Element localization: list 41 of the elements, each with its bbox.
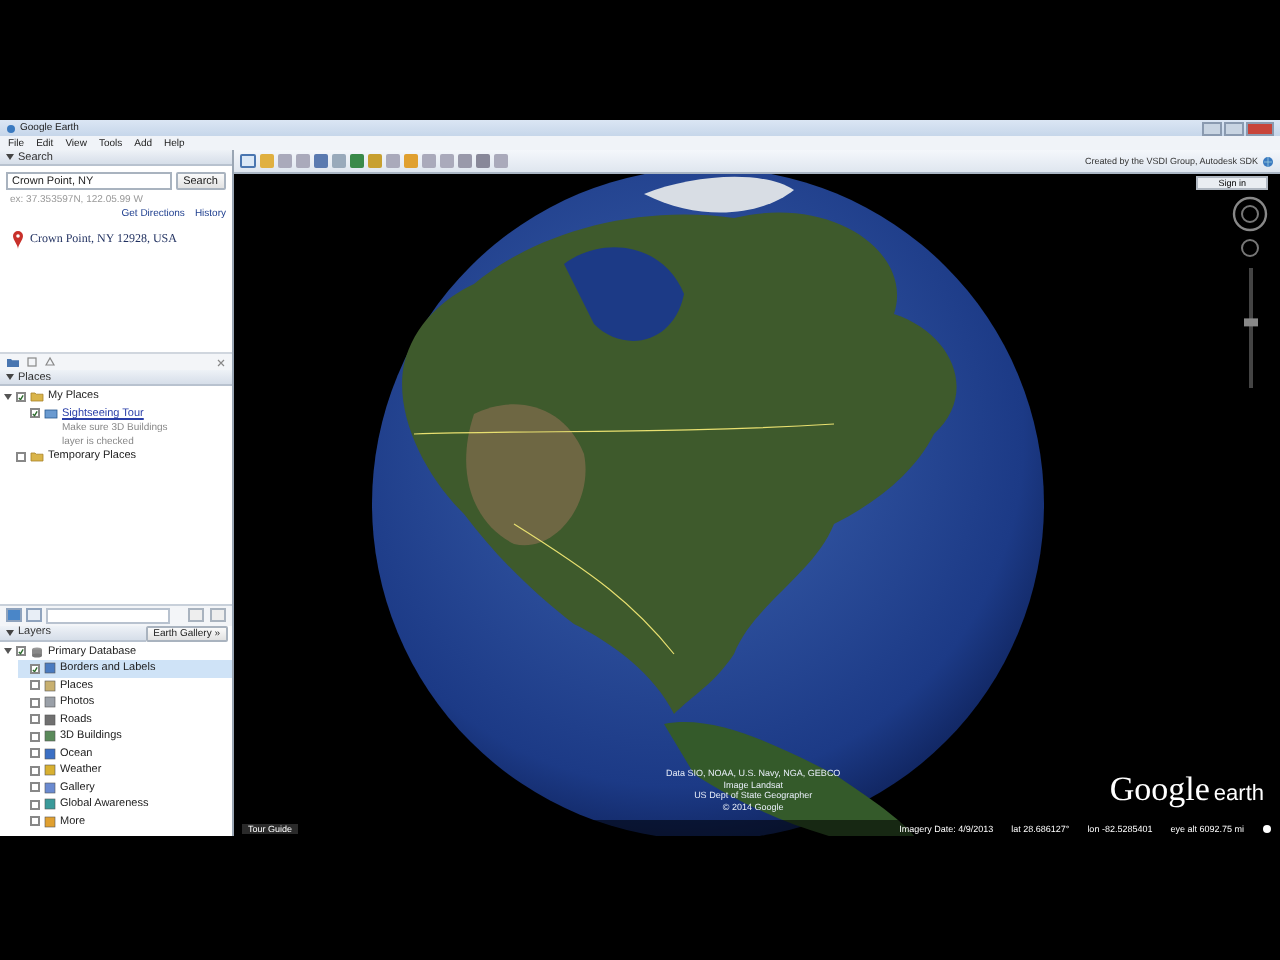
logo-text: Google — [1109, 770, 1210, 810]
checkbox[interactable] — [16, 391, 26, 402]
folder-icon — [30, 390, 44, 403]
checkbox[interactable] — [30, 765, 40, 776]
slider-thumb[interactable] — [1243, 318, 1257, 327]
collapse-arrow-icon[interactable] — [6, 374, 14, 380]
tour-icon — [44, 407, 58, 420]
checkbox[interactable] — [30, 408, 40, 419]
filter-field[interactable] — [46, 607, 170, 623]
checkbox[interactable] — [30, 782, 40, 793]
list-tab[interactable] — [26, 608, 42, 622]
globe-icon — [1262, 155, 1274, 167]
minimize-button[interactable] — [1202, 121, 1222, 135]
collapse-arrow-icon[interactable] — [6, 629, 14, 635]
close-button[interactable] — [1246, 121, 1274, 135]
checkbox[interactable] — [16, 451, 26, 462]
zoom-slider[interactable] — [1241, 264, 1259, 392]
streaming-icon — [1262, 823, 1272, 833]
logo-text: earth — [1213, 782, 1264, 806]
app-icon — [6, 123, 16, 133]
checkbox[interactable] — [30, 799, 40, 810]
map-pin-icon — [12, 230, 24, 250]
close-icon[interactable] — [216, 357, 226, 367]
checkbox[interactable] — [30, 816, 40, 827]
folder-icon — [30, 450, 44, 463]
checkbox[interactable] — [30, 680, 40, 691]
checkbox[interactable] — [30, 714, 40, 725]
maximize-button[interactable] — [1224, 121, 1244, 135]
database-icon — [30, 645, 44, 658]
checkbox[interactable] — [16, 646, 26, 657]
triangle-icon[interactable] — [44, 356, 56, 368]
checkbox[interactable] — [30, 663, 40, 674]
square-icon[interactable] — [26, 356, 38, 368]
navigation-compass-icon[interactable] — [1232, 196, 1268, 232]
look-control-icon[interactable] — [1240, 238, 1260, 258]
collapse-arrow-icon[interactable] — [6, 154, 14, 160]
checkbox[interactable] — [30, 748, 40, 759]
checkbox[interactable] — [30, 697, 40, 708]
forward-button[interactable] — [210, 608, 226, 622]
back-button[interactable] — [188, 608, 204, 622]
checkbox[interactable] — [30, 731, 40, 742]
